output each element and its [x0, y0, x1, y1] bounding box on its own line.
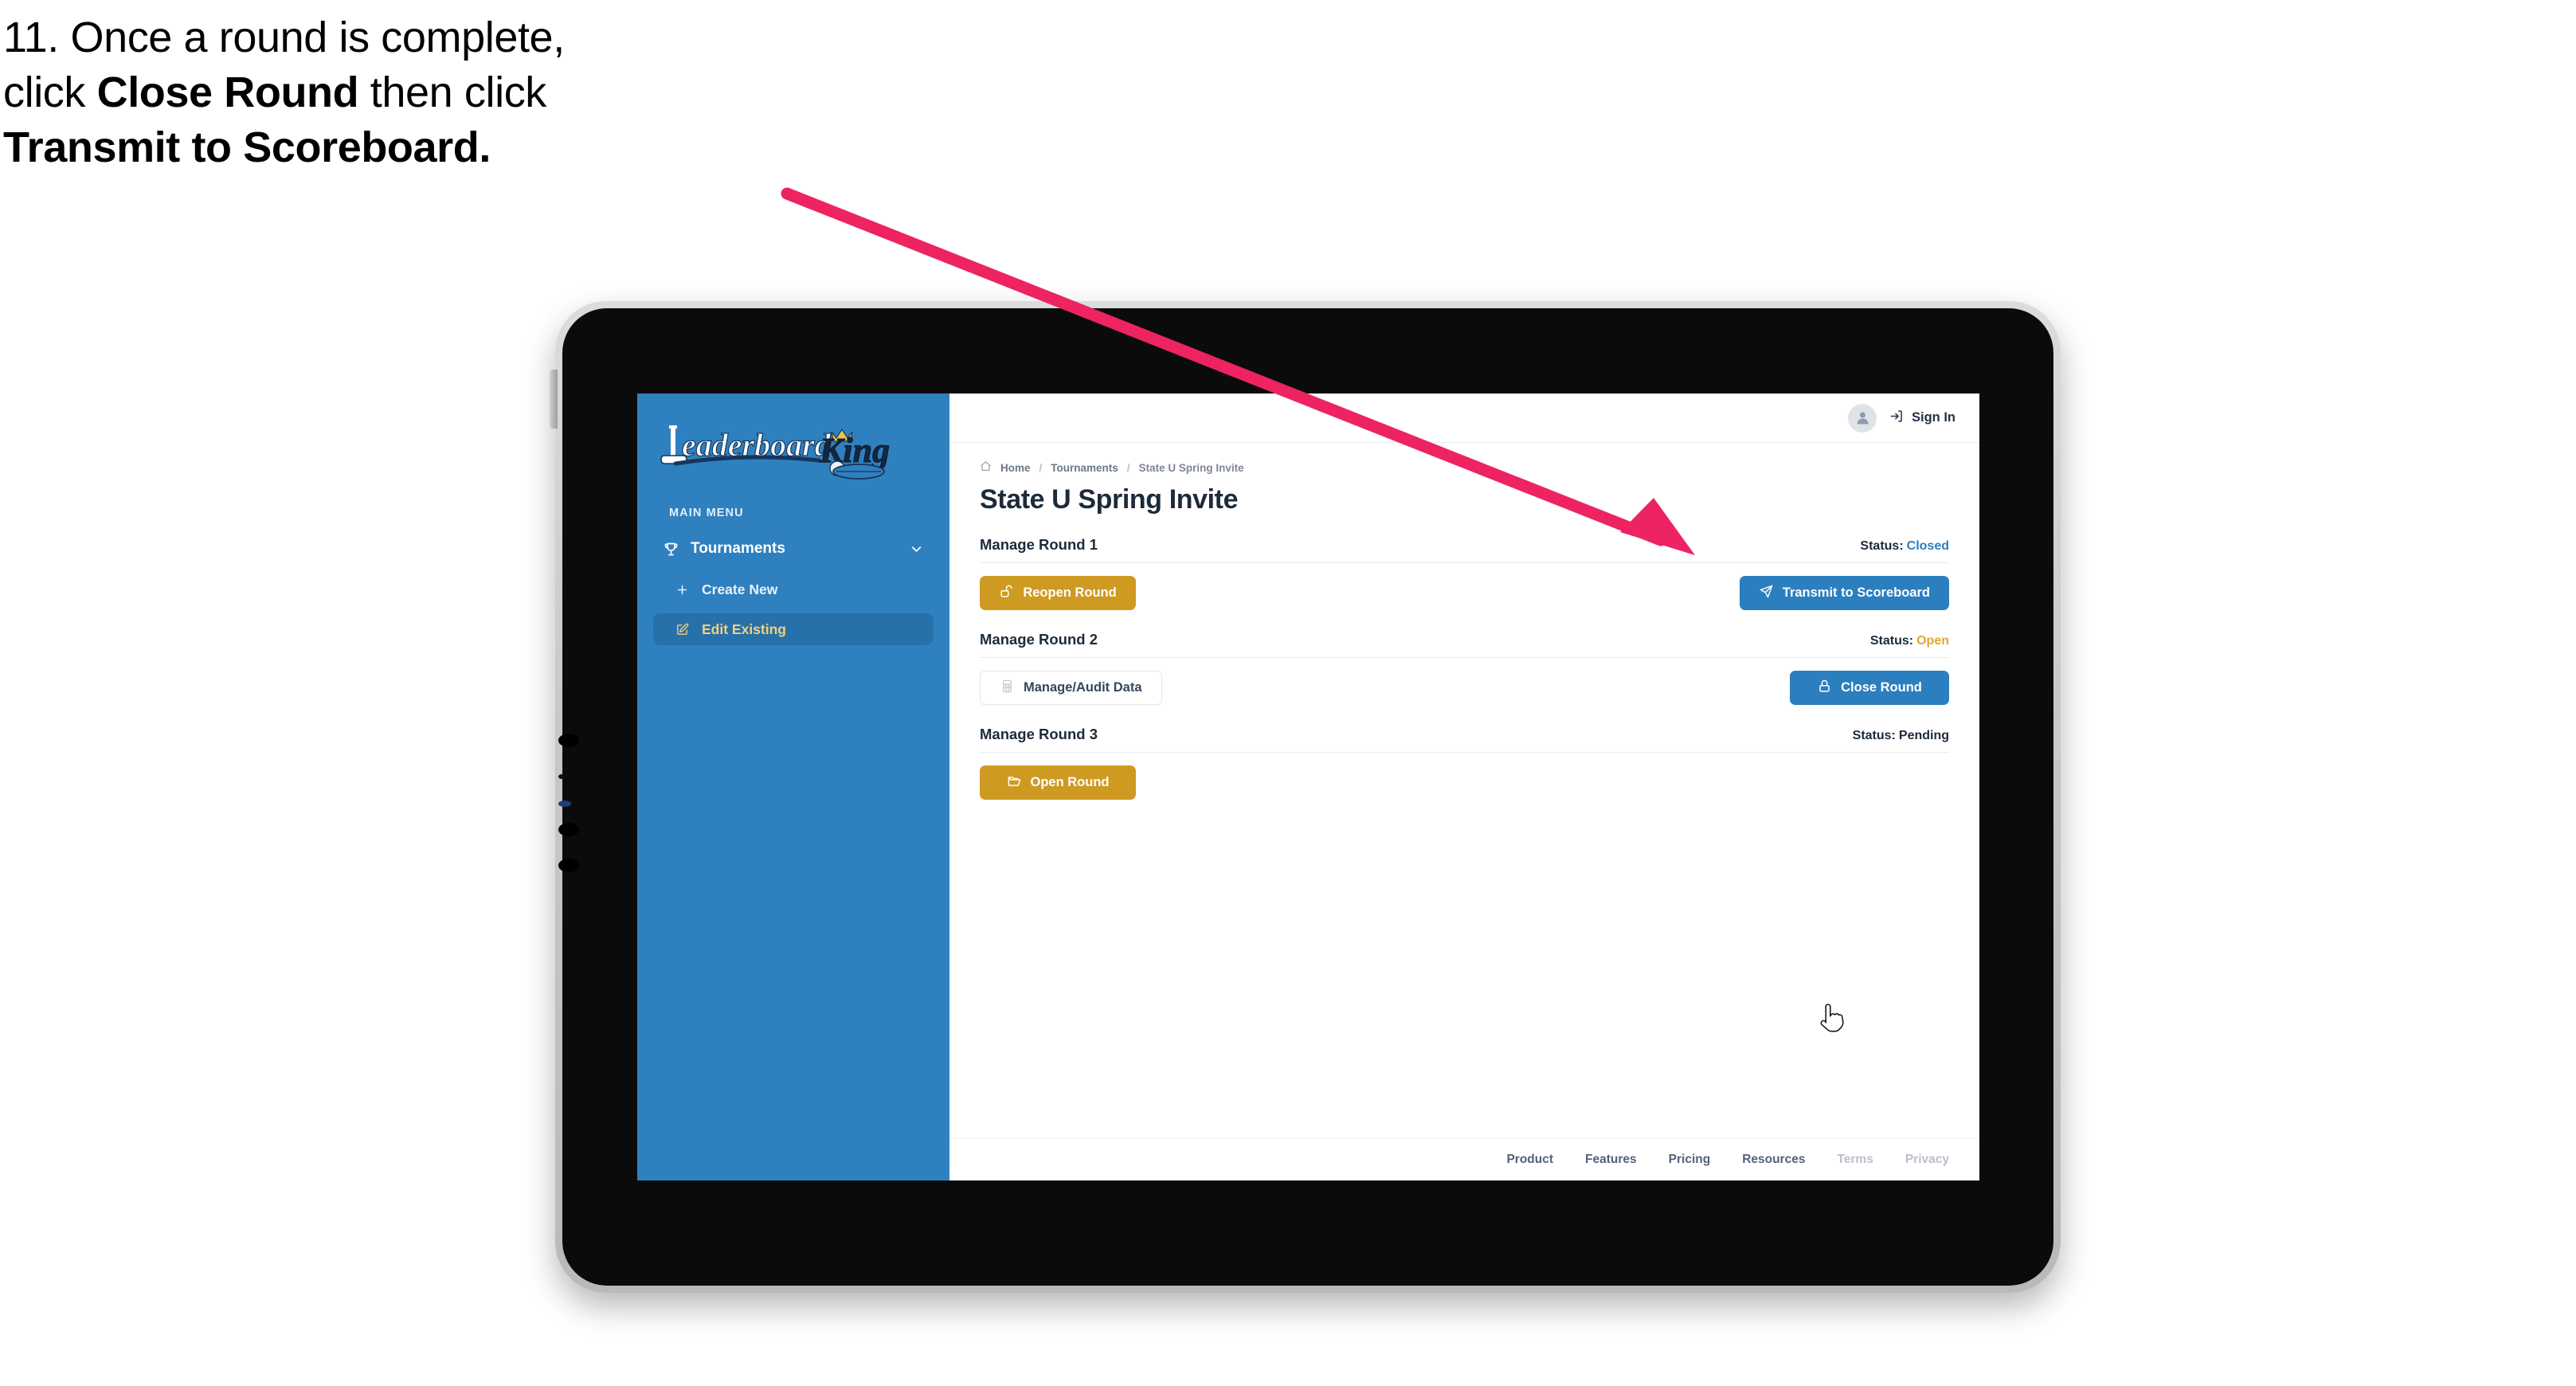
sidebar-item-edit-existing-label: Edit Existing: [702, 621, 786, 637]
round-1-actions: Reopen Round Transmit to Scoreboard: [980, 576, 1949, 610]
round-3-status-value: Pending: [1898, 729, 1949, 742]
screenshot-root: 11. Once a round is complete, click Clos…: [0, 0, 2576, 1386]
round-section-2: Manage Round 2 Status: Open Manage/Audit …: [980, 631, 1949, 705]
sidebar-section-title: MAIN MENU: [669, 507, 744, 519]
round-1-divider: [980, 562, 1949, 563]
unlock-icon: [999, 584, 1014, 603]
round-section-3: Manage Round 3 Status: Pending Open Round: [980, 726, 1949, 800]
round-1-status: Status: Closed: [1860, 539, 1949, 554]
tablet-power-button: [550, 370, 558, 429]
app-logo[interactable]: eaderboard King: [637, 411, 949, 487]
footer-link-terms[interactable]: Terms: [1837, 1153, 1873, 1167]
round-1-status-value: Closed: [1906, 539, 1949, 553]
round-2-status-label: Status:: [1869, 634, 1914, 648]
round-2-divider: [980, 657, 1949, 658]
edit-pencil-icon: [675, 623, 689, 636]
caption-line-2-bold: Close Round: [96, 69, 359, 117]
main-content: Sign In Home / Tournaments / State U Spr…: [949, 393, 1979, 1180]
home-icon[interactable]: [980, 460, 992, 475]
open-folder-icon: [1007, 773, 1022, 793]
breadcrumb: Home / Tournaments / State U Spring Invi…: [980, 460, 1949, 475]
footer-link-pricing[interactable]: Pricing: [1669, 1153, 1711, 1167]
sign-in-label: Sign In: [1912, 410, 1955, 425]
reopen-round-label: Reopen Round: [1023, 585, 1117, 600]
round-3-actions: Open Round: [980, 765, 1949, 800]
round-1-header: Manage Round 1 Status: Closed: [980, 536, 1949, 554]
sidebar: eaderboard King MAIN MENU Tournaments Cr…: [637, 393, 949, 1180]
footer-link-features[interactable]: Features: [1585, 1153, 1637, 1167]
round-3-status: Status: Pending: [1853, 729, 1949, 743]
manage-audit-data-button[interactable]: Manage/Audit Data: [980, 671, 1162, 705]
caption-line-2: click Close Round then click: [3, 71, 848, 115]
round-3-header: Manage Round 3 Status: Pending: [980, 726, 1949, 743]
transmit-to-scoreboard-button[interactable]: Transmit to Scoreboard: [1739, 576, 1949, 610]
sidebar-item-create-new[interactable]: Create New: [653, 574, 934, 605]
chevron-down-icon[interactable]: [909, 542, 924, 557]
tablet-port-4: [558, 859, 579, 872]
lock-closed-icon: [1817, 679, 1832, 698]
caption-line-2-post: then click: [358, 69, 547, 117]
open-round-label: Open Round: [1030, 775, 1110, 789]
round-2-status: Status: Open: [1870, 634, 1949, 648]
footer-link-privacy[interactable]: Privacy: [1905, 1153, 1949, 1167]
breadcrumb-item-tournaments[interactable]: Tournaments: [1051, 462, 1118, 474]
round-2-status-value: Open: [1916, 634, 1949, 648]
paper-plane-icon: [1759, 584, 1774, 603]
caption-line-3: Transmit to Scoreboard.: [3, 126, 848, 170]
sidebar-item-edit-existing[interactable]: Edit Existing: [653, 613, 934, 645]
round-2-actions: Manage/Audit Data Close Round: [980, 671, 1949, 705]
manage-audit-data-label: Manage/Audit Data: [1024, 680, 1142, 695]
sidebar-item-tournaments-label: Tournaments: [691, 540, 785, 557]
round-1-title: Manage Round 1: [980, 536, 1098, 553]
instruction-caption: 11. Once a round is complete, click Clos…: [3, 14, 848, 181]
round-2-title: Manage Round 2: [980, 631, 1098, 648]
footer-link-resources[interactable]: Resources: [1742, 1153, 1805, 1167]
round-3-divider: [980, 752, 1949, 753]
sign-in-button[interactable]: Sign In: [1889, 409, 1955, 428]
top-bar: Sign In: [949, 393, 1979, 443]
leaderboard-king-logo-icon: eaderboard King: [660, 425, 891, 480]
round-2-header: Manage Round 2 Status: Open: [980, 631, 1949, 648]
open-round-button[interactable]: Open Round: [980, 765, 1136, 800]
round-1-status-label: Status:: [1860, 539, 1904, 553]
caption-line-1: 11. Once a round is complete,: [3, 14, 565, 61]
reopen-round-button[interactable]: Reopen Round: [980, 576, 1136, 610]
sign-in-arrow-icon: [1889, 409, 1905, 428]
trophy-icon: [663, 541, 679, 558]
breadcrumb-item-current: State U Spring Invite: [1138, 461, 1244, 474]
sidebar-item-create-new-label: Create New: [702, 581, 778, 597]
footer-link-product[interactable]: Product: [1506, 1153, 1553, 1167]
round-section-1: Manage Round 1 Status: Closed Reopen Roun…: [980, 536, 1949, 610]
tablet-screen: eaderboard King MAIN MENU Tournaments Cr…: [637, 393, 1979, 1180]
tablet-port-2: [558, 774, 565, 779]
close-round-label: Close Round: [1841, 680, 1922, 695]
close-round-button[interactable]: Close Round: [1790, 671, 1949, 705]
round-3-status-label: Status:: [1852, 729, 1896, 742]
round-3-title: Manage Round 3: [980, 726, 1098, 742]
page-title: State U Spring Invite: [980, 484, 1239, 515]
page-content: Home / Tournaments / State U Spring Invi…: [949, 443, 1979, 1137]
plus-icon: [675, 583, 689, 597]
avatar[interactable]: [1848, 403, 1877, 433]
caption-line-2-pre: click: [3, 69, 97, 117]
table-grid-icon: [1000, 679, 1015, 698]
tablet-port-3: [558, 823, 579, 836]
footer: Product Features Pricing Resources Terms…: [949, 1137, 1979, 1180]
caption-line-3-bold: Transmit to Scoreboard.: [3, 123, 491, 172]
sidebar-item-tournaments[interactable]: Tournaments: [653, 532, 934, 566]
tablet-port-1: [558, 734, 579, 747]
transmit-to-scoreboard-label: Transmit to Scoreboard: [1782, 585, 1930, 600]
tablet-led-indicator: [558, 801, 571, 807]
breadcrumb-separator: /: [1126, 461, 1130, 474]
breadcrumb-separator: /: [1039, 461, 1043, 474]
breadcrumb-item-home[interactable]: Home: [1000, 462, 1031, 474]
